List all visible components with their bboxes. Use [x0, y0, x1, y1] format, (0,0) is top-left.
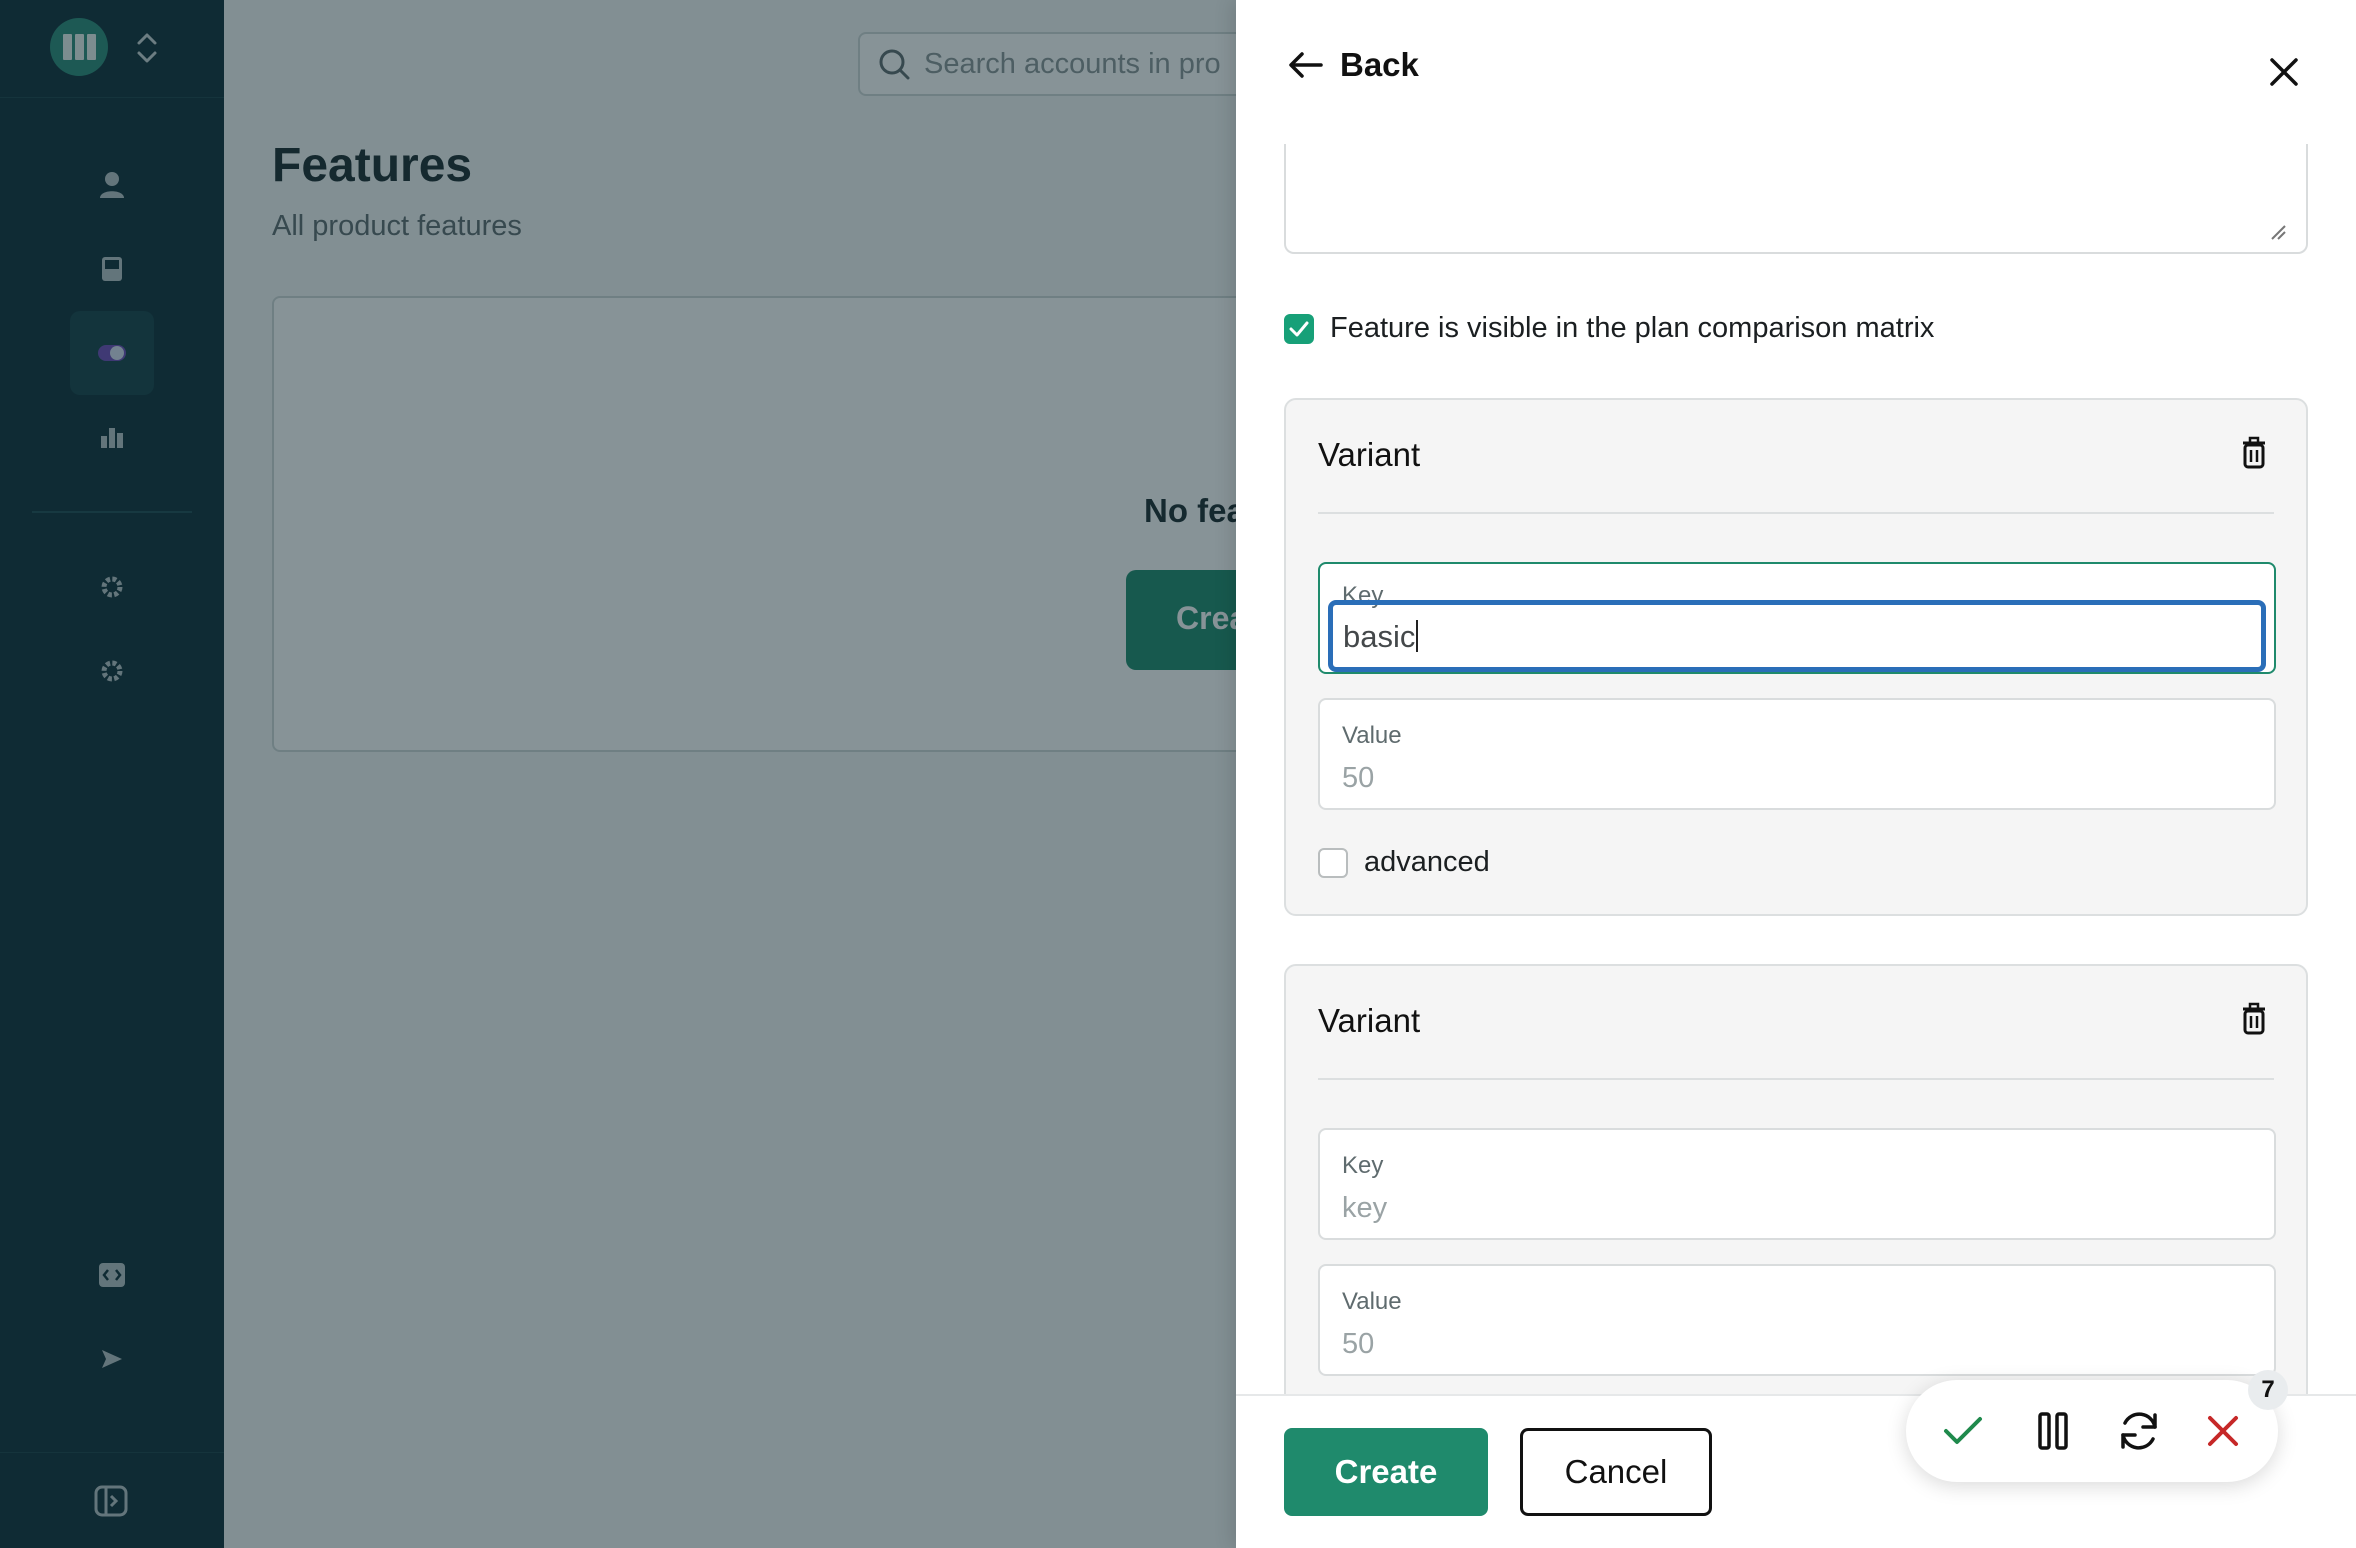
- pause-button[interactable]: [2028, 1406, 2078, 1456]
- visibility-label: Feature is visible in the plan compariso…: [1330, 312, 1935, 344]
- key-placeholder: key: [1342, 1192, 1388, 1224]
- value-placeholder: 50: [1342, 762, 1375, 794]
- modal-backdrop[interactable]: [0, 0, 1236, 1548]
- confirm-button[interactable]: [1938, 1406, 1988, 1456]
- key-input[interactable]: basic: [1328, 600, 2266, 672]
- advanced-checkbox[interactable]: [1318, 847, 1348, 878]
- variant-divider: [1318, 512, 2274, 514]
- variant-title: Variant: [1318, 436, 1421, 473]
- value-label: Value: [1342, 722, 1402, 749]
- check-icon: [1944, 1417, 1982, 1444]
- variant-value-field[interactable]: Value 50: [1318, 698, 2276, 810]
- variant-card: Variant Key key Value 50: [1284, 964, 2308, 1434]
- arrow-left-icon: [1289, 52, 1323, 78]
- key-label: Key: [1342, 1152, 1384, 1179]
- value-placeholder: 50: [1342, 1328, 1375, 1360]
- variant-key-field[interactable]: Key key: [1318, 1128, 2276, 1240]
- back-button[interactable]: Back: [1288, 46, 1419, 84]
- variant-title: Variant: [1318, 1002, 1421, 1039]
- cancel-button[interactable]: Cancel: [1520, 1428, 1712, 1516]
- text-caret: [1416, 620, 1419, 652]
- variant-divider: [1318, 1078, 2274, 1080]
- visibility-checkbox-row[interactable]: Feature is visible in the plan compariso…: [1284, 312, 1934, 345]
- pause-icon: [2038, 1412, 2068, 1450]
- refresh-icon: [2121, 1412, 2157, 1450]
- x-icon: [2208, 1416, 2238, 1446]
- refresh-button[interactable]: [2114, 1406, 2164, 1456]
- trash-icon[interactable]: [2240, 436, 2268, 470]
- variant-key-field[interactable]: Key basic: [1318, 562, 2276, 674]
- advanced-label: advanced: [1364, 846, 1490, 878]
- drawer-header: Back: [1236, 0, 2356, 144]
- action-toolbar: [1906, 1380, 2278, 1482]
- visibility-checkbox[interactable]: [1284, 313, 1314, 344]
- trash-icon[interactable]: [2240, 1002, 2268, 1036]
- create-feature-drawer: Back Feature is visible in the plan comp…: [1236, 0, 2356, 1548]
- close-icon[interactable]: [2264, 52, 2304, 92]
- variant-card: Variant Key basic Value 50 advanced: [1284, 398, 2308, 916]
- variant-value-field[interactable]: Value 50: [1318, 1264, 2276, 1376]
- back-label: Back: [1340, 46, 1419, 83]
- pending-count-badge: 7: [2248, 1370, 2288, 1410]
- advanced-checkbox-row[interactable]: advanced: [1318, 846, 1490, 879]
- create-button[interactable]: Create: [1284, 1428, 1488, 1516]
- reject-button[interactable]: [2198, 1406, 2248, 1456]
- checkmark-icon: [1289, 321, 1309, 336]
- resize-handle-icon[interactable]: [2270, 224, 2286, 240]
- key-value: basic: [1343, 619, 1416, 654]
- value-label: Value: [1342, 1288, 1402, 1315]
